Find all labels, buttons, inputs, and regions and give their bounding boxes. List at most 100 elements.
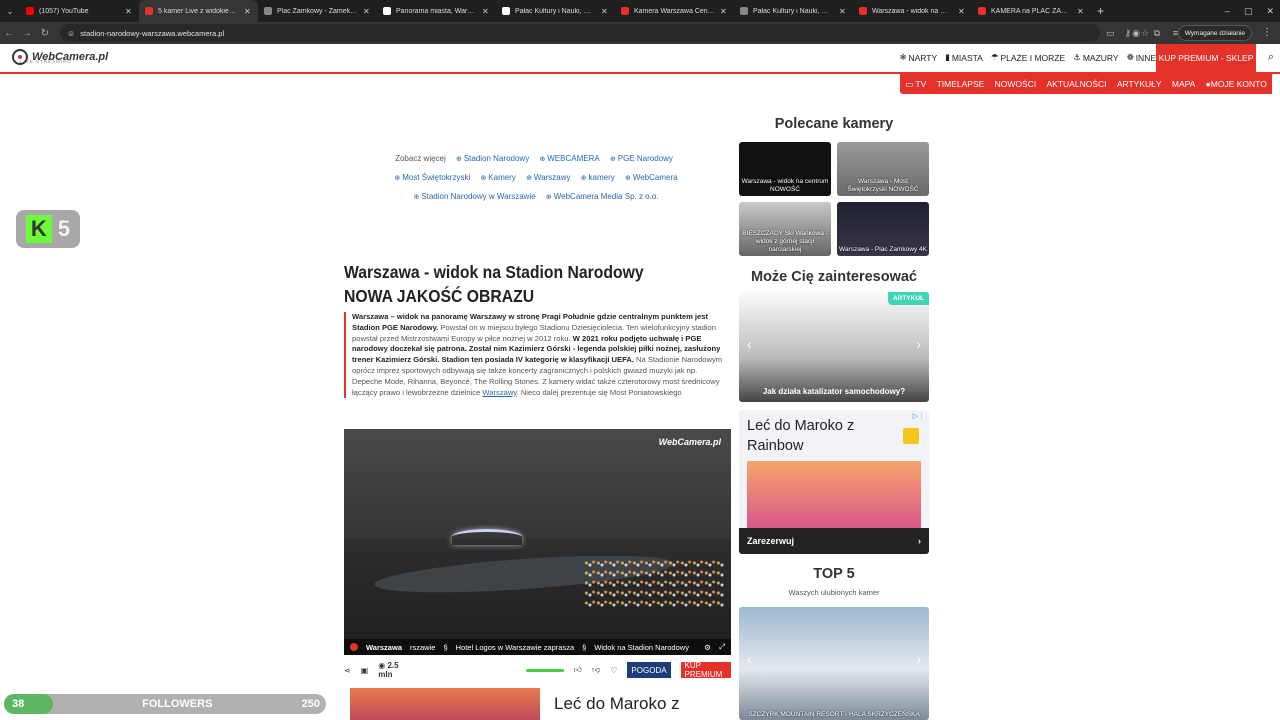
browser-tab[interactable]: Plac Zamkowy - Zamek Królew ✕ xyxy=(258,0,377,22)
tab-close-icon[interactable]: ✕ xyxy=(125,7,133,16)
top5-section: TOP 5 Waszych ulubionych kamer xyxy=(739,566,929,597)
tab-close-icon[interactable]: ✕ xyxy=(363,7,371,16)
tag-link[interactable]: Stadion Narodowy xyxy=(456,154,529,163)
settings-icon[interactable]: ⚙ xyxy=(704,643,711,652)
paw-icon: ❁ xyxy=(1126,52,1134,62)
tab-close-icon[interactable]: ✕ xyxy=(601,7,609,16)
subnav-tv[interactable]: ▭ TV xyxy=(905,79,926,90)
subnav-account[interactable]: ●MOJE KONTO xyxy=(1206,79,1267,89)
weather-button[interactable]: POGODA xyxy=(627,662,671,678)
heart-icon[interactable]: ♡ xyxy=(610,666,617,675)
nav-mazury[interactable]: ⚓ MAZURY xyxy=(1073,52,1118,63)
ad-cta[interactable]: Zarezerwuj › xyxy=(739,528,929,554)
forward-icon[interactable]: → xyxy=(18,28,36,39)
search-icon[interactable]: ⌕ xyxy=(1268,51,1274,64)
browser-tab[interactable]: KAMERA na PLAC ZAMKOWY - ✕ xyxy=(972,0,1091,22)
nav-inne[interactable]: ❁ INNE xyxy=(1127,52,1156,63)
ad-info-icon[interactable]: ▷⋮ xyxy=(913,412,925,420)
tab-title: 5 kamer Live z widokiem na Wa xyxy=(158,7,239,15)
bookmark-star-icon[interactable]: ☆ xyxy=(1141,28,1149,39)
back-icon[interactable]: ← xyxy=(0,28,18,39)
browser-tab[interactable]: 5 kamer Live z widokiem na Wa ✕ xyxy=(139,0,258,22)
menu-icon[interactable]: ⋮ xyxy=(1262,27,1272,38)
subnav-mapa[interactable]: MAPA xyxy=(1172,79,1195,89)
sub-nav: ▭ TV TIMELAPSE NOWOŚCI AKTUALNOŚCI ARTYK… xyxy=(900,74,1272,94)
subnav-artykuly[interactable]: ARTYKUŁY xyxy=(1117,79,1162,89)
tab-close-icon[interactable]: ✕ xyxy=(482,7,490,16)
tab-search-icon[interactable]: ⌄ xyxy=(0,0,20,22)
tag-link[interactable]: Warszawy xyxy=(526,173,570,182)
sidebar-ad[interactable]: ▷⋮ Leć do Maroko z Rainbow Zarezerwuj › xyxy=(739,410,929,554)
subnav-timelapse[interactable]: TIMELAPSE xyxy=(937,79,985,89)
browser-tab[interactable]: Kamera Warszawa Centrum Pał ✕ xyxy=(615,0,734,22)
favicon-icon xyxy=(740,7,748,15)
nav-plaze[interactable]: ☂ PLAŻE I MORZE xyxy=(991,52,1065,63)
tab-close-icon[interactable]: ✕ xyxy=(958,7,966,16)
tag-link[interactable]: Kamery xyxy=(480,173,515,182)
new-tab-button[interactable]: + xyxy=(1097,4,1104,18)
tab-close-icon[interactable]: ✕ xyxy=(839,7,847,16)
key-icon[interactable]: ⚷ xyxy=(1125,28,1132,39)
tag-link[interactable]: Stadion Narodowy w Warszawie xyxy=(413,192,535,201)
warszawy-link[interactable]: Warszawy xyxy=(482,388,516,397)
browser-tab[interactable]: Pałac Kultury i Nauki, Warszaw ✕ xyxy=(496,0,615,22)
browser-tabbar: ⌄ (1057) YouTube ✕ 5 kamer Live z widokiem… xyxy=(0,0,1280,22)
site-info-icon[interactable]: ⊜ xyxy=(68,29,74,38)
bottom-ad[interactable]: Leć do Maroko z xyxy=(350,688,726,720)
camera-thumb[interactable]: BIESZCZADY Ski Wańkowa - widok z górnej … xyxy=(739,202,831,256)
browser-tab[interactable]: Pałac Kultury i Nauki, Warszaw ✕ xyxy=(734,0,853,22)
cast-icon[interactable]: ▭ xyxy=(1106,28,1115,39)
buy-premium-button[interactable]: KUP PREMIUM xyxy=(680,661,732,679)
puzzle-icon[interactable]: ⧉ xyxy=(1154,28,1160,39)
article-card[interactable]: ARTYKUŁ ‹ › Jak działa katalizator samoc… xyxy=(739,292,929,402)
tab-close-icon[interactable]: ✕ xyxy=(720,7,728,16)
browser-tab[interactable]: Warszawa - widok na Most Św ✕ xyxy=(853,0,972,22)
video-player[interactable]: WebCamera.pl Warszawa rszawie § Hotel Lo… xyxy=(344,429,731,655)
close-window-icon[interactable]: ✕ xyxy=(1266,6,1274,17)
next-arrow-icon[interactable]: › xyxy=(916,336,921,352)
image-icon[interactable]: ▣ xyxy=(361,666,369,675)
favicon-icon xyxy=(264,7,272,15)
article-title: Warszawa - widok na Stadion Narodowy NOW… xyxy=(344,262,644,306)
browser-tab[interactable]: Panorama miasta, Warszawa - ✕ xyxy=(377,0,496,22)
action-required-button[interactable]: Wymagane działanie xyxy=(1177,25,1252,41)
next-arrow-icon[interactable]: › xyxy=(916,651,921,667)
subnav-aktualnosci[interactable]: AKTUALNOŚCI xyxy=(1047,79,1107,89)
subnav-nowosci[interactable]: NOWOŚCI xyxy=(995,79,1037,89)
reload-icon[interactable]: ↻ xyxy=(36,28,54,39)
tab-title: Pałac Kultury i Nauki, Warszaw xyxy=(515,7,596,15)
tag-link[interactable]: kamery xyxy=(581,173,615,182)
tag-link[interactable]: Most Świętokrzyski xyxy=(394,173,470,182)
top5-card[interactable]: ‹ › SZCZYRK MOUNTAIN RESORT - HALA SKRZY… xyxy=(739,607,929,720)
camera-thumb[interactable]: Warszawa - Plac Zamkowy 4K xyxy=(837,202,929,256)
favicon-icon xyxy=(383,7,391,15)
tag-link[interactable]: PGE Narodowy xyxy=(610,154,673,163)
player-ticker: Warszawa rszawie § Hotel Logos w Warszaw… xyxy=(344,639,731,655)
tag-link[interactable]: WebCamera xyxy=(625,173,678,182)
url-field[interactable]: ⊜ stadion-narodowy-warszawa.webcamera.pl xyxy=(60,24,1100,42)
nav-narty[interactable]: ❄ NARTY xyxy=(899,52,937,63)
camera-thumb[interactable]: Warszawa - Most Świętokrzyski NOWOŚĆ xyxy=(837,142,929,196)
site-header: WebCamera.pl LIVE STREAMING ❄ NARTY ▮ MIAS… xyxy=(0,44,1280,74)
building-icon: ▮ xyxy=(945,52,950,62)
address-icons: ▭ ⚷ ☆ xyxy=(1106,28,1149,39)
ad-headline: Leć do Maroko z Rainbow xyxy=(747,418,855,454)
tab-close-icon[interactable]: ✕ xyxy=(1077,7,1085,16)
tag-link[interactable]: WEBCAMERA xyxy=(539,154,599,163)
fullscreen-icon[interactable]: ⤢ xyxy=(719,642,725,652)
premium-shop-button[interactable]: KUP PREMIUM - SKLEP xyxy=(1156,44,1256,72)
prev-arrow-icon[interactable]: ‹ xyxy=(747,651,752,667)
nav-miasta[interactable]: ▮ MIASTA xyxy=(945,52,983,63)
maximize-icon[interactable]: ▢ xyxy=(1244,6,1253,17)
top5-subtitle: Waszych ulubionych kamer xyxy=(788,588,880,597)
minimize-icon[interactable]: – xyxy=(1225,6,1230,16)
prev-arrow-icon[interactable]: ‹ xyxy=(747,336,752,352)
thumbs-up-icon[interactable]: 👍︎ xyxy=(574,665,582,675)
tab-close-icon[interactable]: ✕ xyxy=(244,7,252,16)
thumbs-down-icon[interactable]: 👎︎ xyxy=(592,665,600,675)
tag-link[interactable]: WebCamera Media Sp. z o.o. xyxy=(546,192,659,201)
camera-thumb[interactable]: Warszawa - widok na centrum NOWOŚĆ xyxy=(739,142,831,196)
share-icon[interactable]: ⋖ xyxy=(344,666,351,675)
extension-icon[interactable]: ◉ xyxy=(1132,28,1140,39)
browser-tab[interactable]: (1057) YouTube ✕ xyxy=(20,0,139,22)
